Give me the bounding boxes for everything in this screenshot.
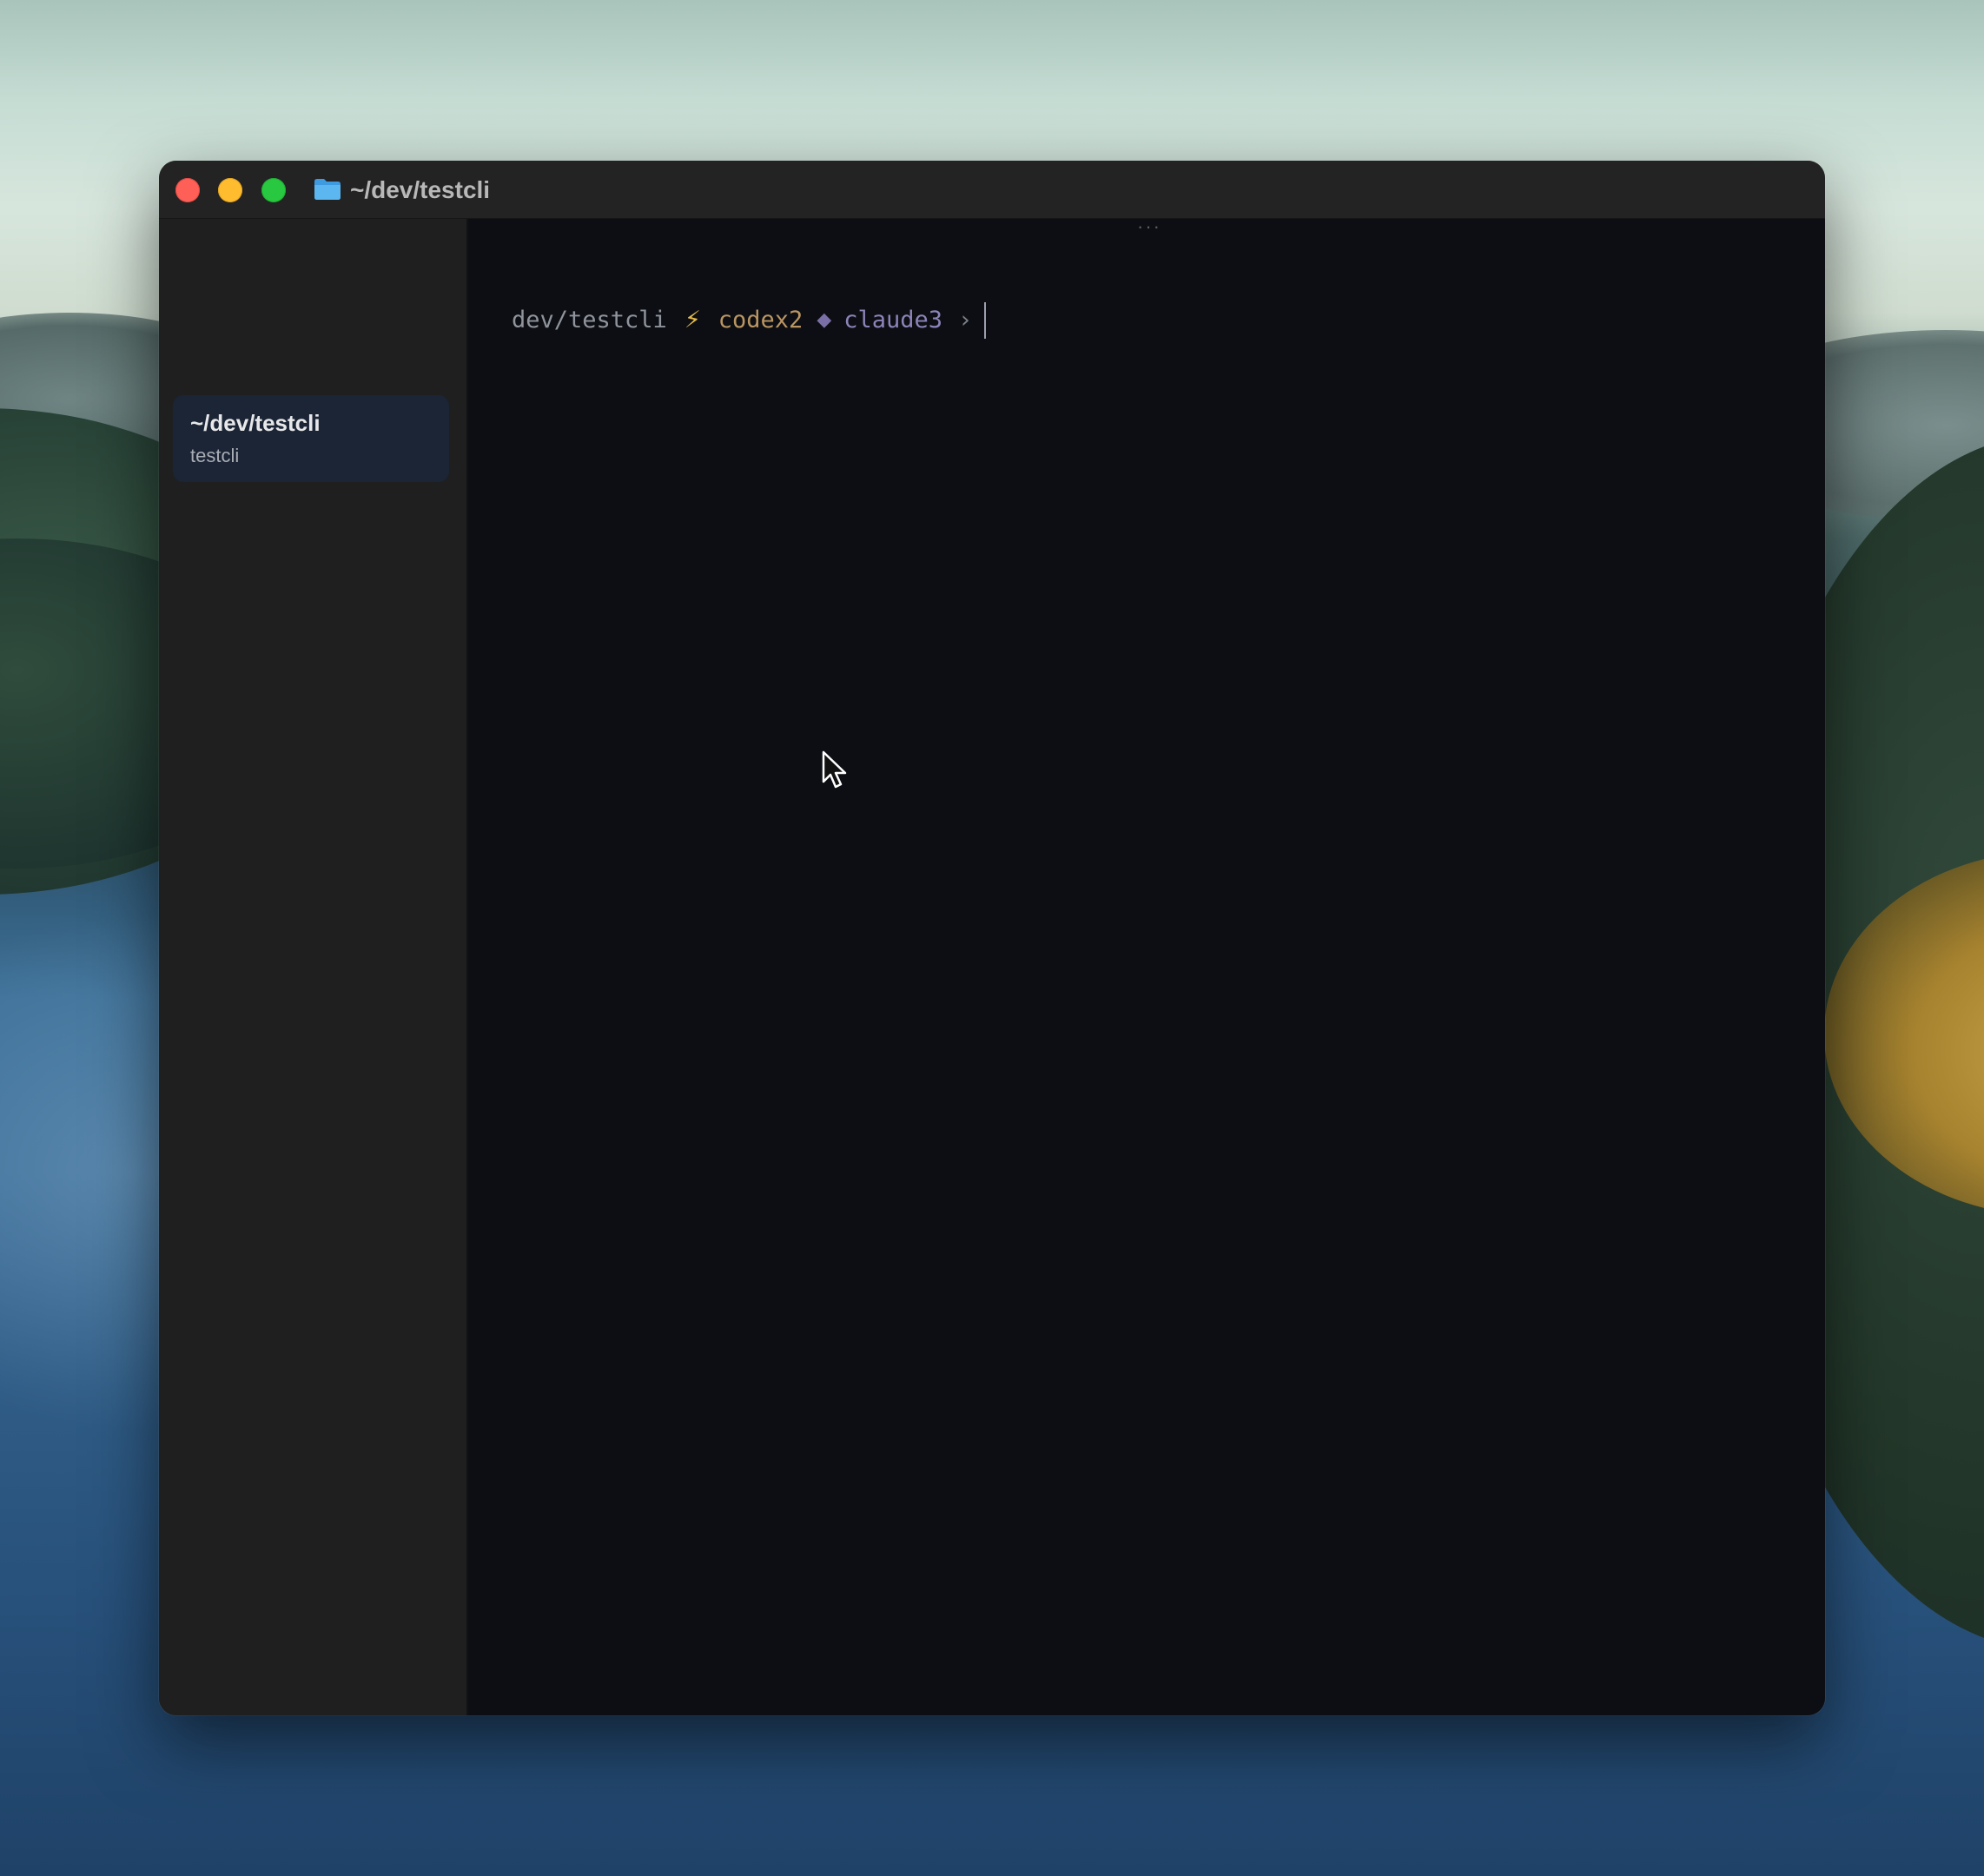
mouse-pointer-icon xyxy=(822,750,847,789)
prompt-agent-codex: codex2 xyxy=(718,307,804,334)
minimize-button[interactable] xyxy=(218,178,242,202)
terminal-window: ~/dev/testcli ~/dev/testcli testcli ··· … xyxy=(159,161,1825,1715)
close-button[interactable] xyxy=(175,178,200,202)
chevron-right-icon: › xyxy=(958,307,973,334)
drag-handle[interactable]: ··· xyxy=(1137,217,1161,236)
zoom-button[interactable] xyxy=(261,178,286,202)
sidebar: ~/dev/testcli testcli xyxy=(159,219,466,1715)
title-bar[interactable]: ~/dev/testcli xyxy=(159,161,1825,219)
shell-prompt: dev/testcli ⚡ codex2 ◆ claude3 › xyxy=(512,302,987,339)
sidebar-item-subtitle: testcli xyxy=(190,445,240,466)
sidebar-item-title: ~/dev/testcli xyxy=(190,410,321,436)
folder-icon xyxy=(314,179,341,200)
prompt-agent-claude: claude3 xyxy=(843,307,943,334)
diamond-icon: ◆ xyxy=(817,309,832,331)
window-title: ~/dev/testcli xyxy=(350,176,491,203)
terminal-pane[interactable]: ··· dev/testcli ⚡ codex2 ◆ claude3 › xyxy=(468,217,1825,1715)
prompt-directory: dev/testcli xyxy=(512,307,667,334)
text-caret xyxy=(984,302,987,339)
sidebar-item-testcli[interactable]: ~/dev/testcli testcli xyxy=(173,395,449,482)
lightning-icon: ⚡ xyxy=(684,307,701,334)
